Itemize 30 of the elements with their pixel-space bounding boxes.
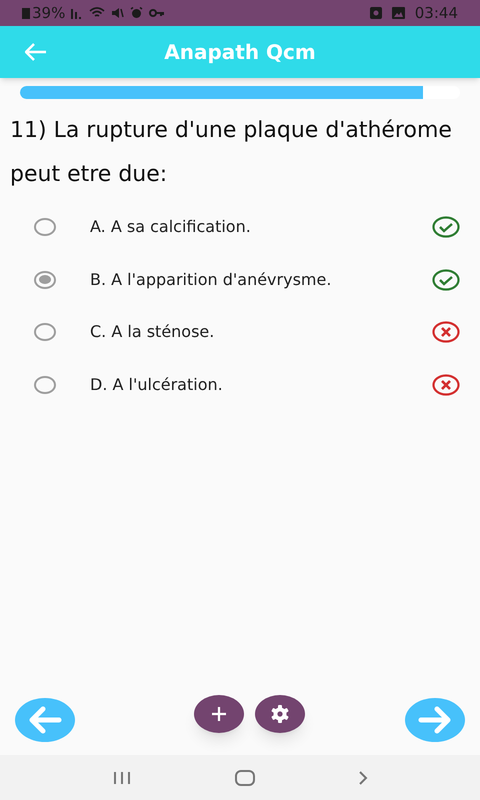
option-label: C. A la sténose.: [90, 321, 216, 344]
clock: 03:44: [414, 2, 458, 24]
battery-icon: [22, 7, 30, 19]
option-label: D. A l'ulcération.: [90, 374, 224, 396]
back-arrow-icon: [25, 43, 47, 61]
option-label: B. A l'apparition d'anévrysme.: [90, 268, 332, 291]
add-button[interactable]: [194, 695, 244, 733]
home-icon[interactable]: [234, 770, 255, 786]
image-icon: [392, 7, 405, 19]
radio-button[interactable]: [34, 323, 56, 342]
recent-apps-icon[interactable]: [112, 770, 132, 784]
question-text: 11) La rupture d'une plaque d'athérome peut etre due:: [10, 117, 453, 189]
alarm-icon: [130, 7, 144, 19]
radio-button[interactable]: [34, 376, 56, 394]
back-icon[interactable]: [358, 770, 368, 786]
key-icon: [149, 8, 166, 18]
wifi-icon: [89, 7, 106, 19]
app-title: Anapath Qcm: [164, 40, 316, 64]
radio-button[interactable]: [34, 218, 56, 236]
battery-percent: 39%: [32, 2, 66, 24]
left-arrow-icon: [28, 706, 62, 734]
option-label: A. A sa calcification.: [90, 216, 252, 238]
record-icon: [370, 7, 382, 19]
plus-icon: [210, 706, 226, 722]
settings-button[interactable]: [254, 695, 304, 733]
right-arrow-icon: [418, 706, 452, 734]
radio-button[interactable]: [34, 270, 56, 289]
settings-icon: [270, 704, 290, 724]
signal-icon: [71, 7, 84, 19]
mute-icon: [111, 7, 124, 19]
